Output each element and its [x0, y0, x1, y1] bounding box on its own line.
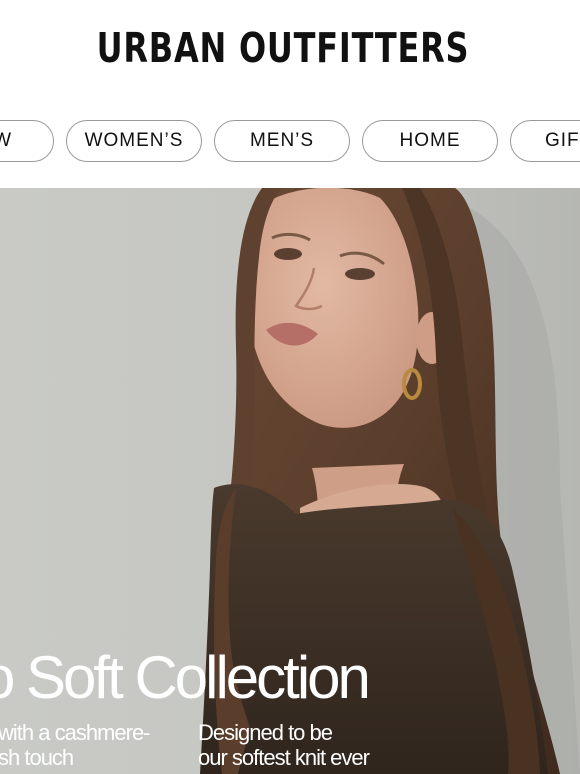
- nav-pill-label: GIF: [545, 130, 580, 151]
- category-nav: W WOMEN’S MEN’S HOME GIF: [0, 120, 580, 164]
- nav-pill-womens[interactable]: WOMEN’S: [66, 120, 202, 162]
- nav-pill-mens[interactable]: MEN’S: [214, 120, 350, 162]
- brand-logo[interactable]: URBAN OUTFITTERS: [62, 28, 503, 69]
- hero-right-description: Designed to be our softest knit ever: [198, 720, 370, 770]
- hero-left-line1: with a cashmere-: [0, 720, 151, 745]
- hero-left-description: with a cashmere- sh touch: [0, 720, 151, 770]
- nav-pill-label: WOMEN’S: [84, 130, 184, 151]
- nav-pill-label: MEN’S: [249, 130, 315, 151]
- nav-pill-gifts[interactable]: GIF: [510, 120, 580, 162]
- site-header: URBAN OUTFITTERS: [0, 0, 580, 118]
- nav-pill-label: HOME: [399, 130, 461, 151]
- nav-pill-home[interactable]: HOME: [362, 120, 498, 162]
- hero-banner[interactable]: o Soft Collection with a cashmere- sh to…: [0, 188, 580, 774]
- nav-pill-label: W: [0, 130, 12, 151]
- hero-right-line2: our softest knit ever: [198, 745, 370, 770]
- hero-title: o Soft Collection: [0, 644, 371, 711]
- hero-right-line1: Designed to be: [198, 720, 333, 745]
- nav-pill-new[interactable]: W: [0, 120, 54, 162]
- hero-left-line2: sh touch: [0, 745, 74, 770]
